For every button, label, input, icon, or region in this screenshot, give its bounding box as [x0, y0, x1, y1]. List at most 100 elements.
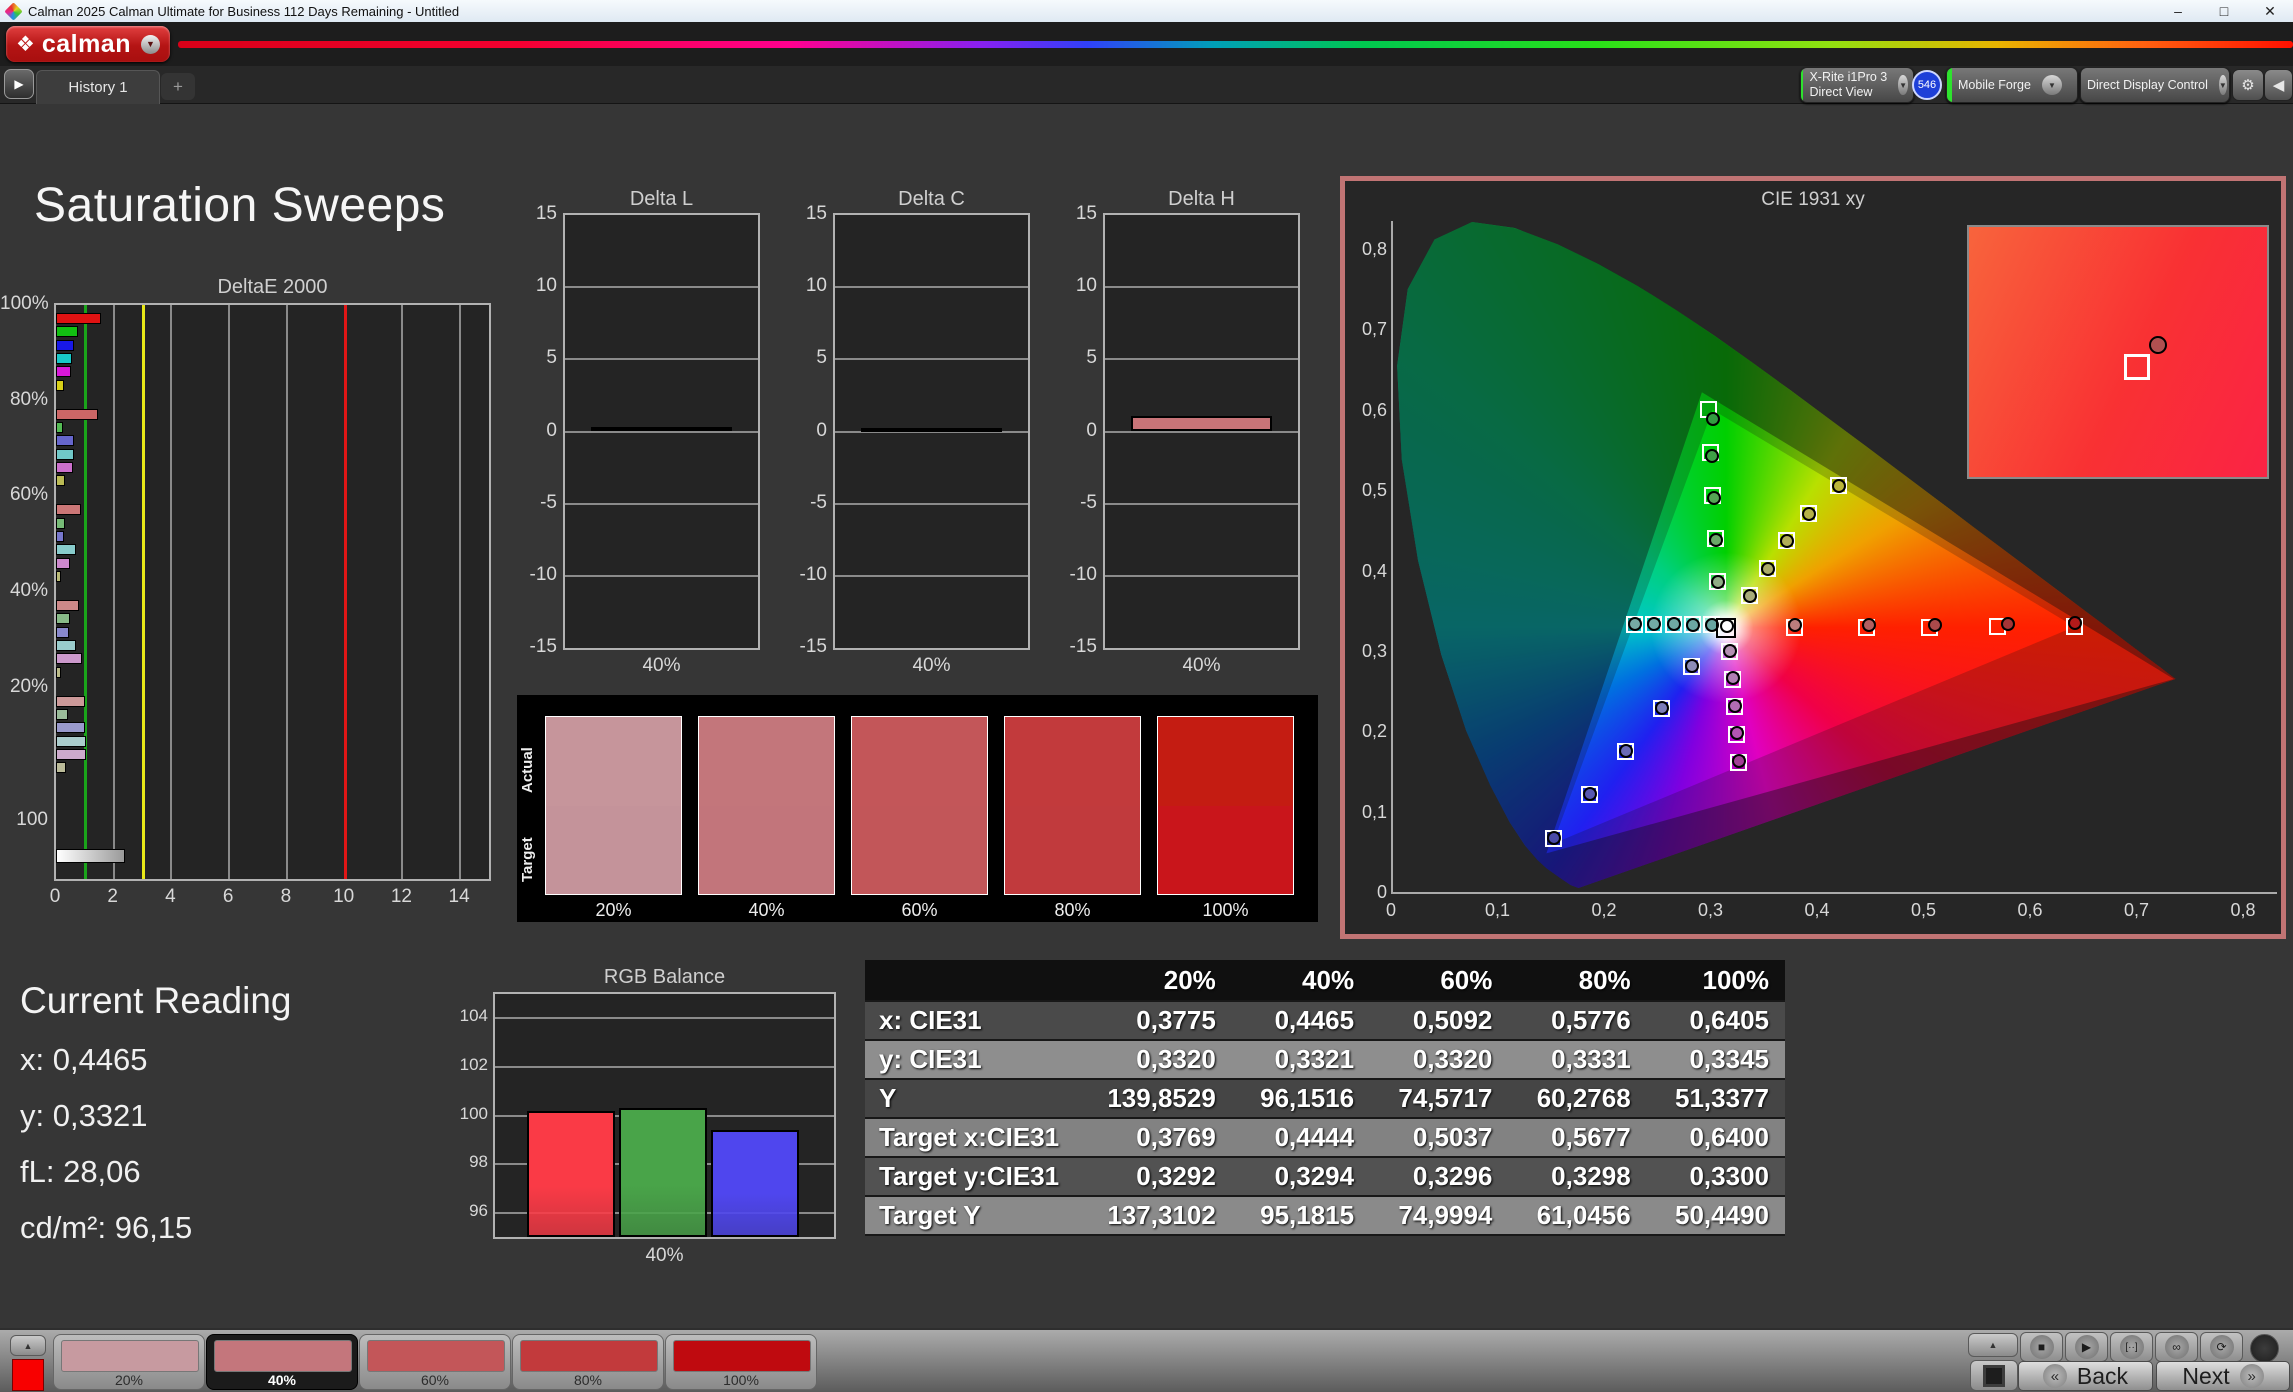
swatch-actual	[852, 717, 987, 806]
meter-dropdown[interactable]: X-Rite i1Pro 3 Direct View ▼	[1800, 67, 1914, 103]
table-row-label: Target Y	[865, 1196, 1088, 1235]
table-cell: 0,6405	[1647, 1001, 1785, 1040]
delta_c-xlabel: 40%	[833, 655, 1030, 677]
rgb-bar-B	[711, 1130, 799, 1237]
table-header-cell: 60%	[1370, 960, 1508, 1001]
table-cell: 0,5092	[1370, 1001, 1508, 1040]
table-cell: 0,4444	[1232, 1118, 1370, 1157]
title-bar: Calman 2025 Calman Ultimate for Business…	[0, 0, 2293, 22]
table-cell: 0,3331	[1508, 1040, 1646, 1079]
swatch-target	[1158, 806, 1293, 895]
delta_l-ytick: -10	[517, 564, 557, 586]
cie-measured-red	[1862, 618, 1876, 632]
cie-measured-yellow	[1743, 589, 1757, 603]
add-tab-button[interactable]: +	[161, 73, 195, 100]
deltae-bar	[56, 366, 71, 377]
table-cell: 0,3345	[1647, 1040, 1785, 1079]
deltae-gridline	[459, 305, 461, 879]
table-header-row: 20%40%60%80%100%	[865, 960, 1785, 1001]
page-title: Saturation Sweeps	[34, 178, 445, 233]
deltae-bar	[56, 627, 69, 638]
deltae-bar	[56, 667, 61, 678]
cie-measured-blue	[1685, 659, 1699, 673]
table-header-cell: 100%	[1647, 960, 1785, 1001]
deltae-group-label: 100%	[0, 293, 48, 315]
tab-history-1[interactable]: History 1	[36, 70, 160, 104]
stop-button[interactable]: ■	[2020, 1332, 2063, 1362]
delta_c-ytick: -10	[787, 564, 827, 586]
back-button[interactable]: « Back	[2018, 1361, 2153, 1391]
delta_c-gridline	[835, 503, 1028, 505]
cie-measured-yellow	[1832, 479, 1846, 493]
panel-up-button[interactable]: ▲	[1968, 1333, 2018, 1357]
meter-line2: Direct View	[1809, 85, 1872, 99]
table-row: Y139,852996,151674,571760,276851,3377	[865, 1079, 1785, 1118]
collapse-panel-button[interactable]: ◀	[2264, 69, 2293, 101]
swatch-actual	[546, 717, 681, 806]
pattern-patch-80%[interactable]: 80%	[512, 1334, 664, 1390]
deltae-bar	[56, 722, 85, 733]
meter-line1: X-Rite i1Pro 3	[1809, 70, 1887, 84]
cie-measured-cyan	[1667, 617, 1681, 631]
cie-zoom-inset	[1967, 225, 2269, 479]
next-button[interactable]: Next »	[2156, 1361, 2290, 1391]
display-control-label: Direct Display Control	[2081, 78, 2214, 93]
chevron-left-icon: ◀	[2273, 76, 2285, 94]
pattern-patch-20%[interactable]: 20%	[53, 1334, 205, 1390]
panel-expander-button[interactable]: ▶	[4, 69, 34, 99]
cie-measured-cyan	[1628, 617, 1642, 631]
delta_l-title: Delta L	[563, 188, 760, 211]
delta_c-gridline	[835, 286, 1028, 288]
table-cell: 0,6400	[1647, 1118, 1785, 1157]
delta_l-ytick: -15	[517, 636, 557, 658]
workflow-dropdown[interactable]: Mobile Forge ▼	[1946, 67, 2078, 103]
deltae-bar	[56, 340, 74, 351]
display-control-dropdown[interactable]: Direct Display Control ▼	[2080, 67, 2230, 103]
frame-step-button[interactable]: [··]	[2110, 1332, 2153, 1362]
delta_h-title: Delta H	[1103, 188, 1300, 211]
maximize-button[interactable]: □	[2201, 3, 2247, 19]
target-row-label: Target	[519, 815, 539, 905]
app-icon	[4, 2, 22, 20]
refresh-icon: ⟳	[2210, 1335, 2234, 1359]
pattern-patch-60%[interactable]: 60%	[359, 1334, 511, 1390]
table-cell: 139,8529	[1088, 1079, 1232, 1118]
close-button[interactable]: ✕	[2247, 3, 2293, 20]
minimize-button[interactable]: –	[2155, 3, 2201, 19]
delta_c-ytick: 15	[787, 203, 827, 225]
patch-label: 60%	[360, 1372, 510, 1388]
pattern-color-chip[interactable]	[12, 1359, 44, 1391]
cie-ytick: 0,5	[1349, 480, 1387, 501]
deltae-reference-line-10	[344, 305, 347, 879]
calman-menu-button[interactable]: ❖ calman ▼	[6, 26, 170, 62]
cie-ytick: 0,7	[1349, 319, 1387, 340]
deltae-bar	[56, 736, 86, 747]
table-cell: 60,2768	[1508, 1079, 1646, 1118]
table-cell: 137,3102	[1088, 1196, 1232, 1235]
delta_c-ytick: 5	[787, 347, 827, 369]
delta_c-gridline	[835, 575, 1028, 577]
play-button[interactable]: ▶	[2065, 1332, 2108, 1362]
table-cell: 74,9994	[1370, 1196, 1508, 1235]
reading-cdm2: cd/m²: 96,15	[20, 1210, 192, 1246]
deltae-group-label: 20%	[0, 676, 48, 698]
table-row: x: CIE310,37750,44650,50920,57760,6405	[865, 1001, 1785, 1040]
table-cell: 50,4490	[1647, 1196, 1785, 1235]
cie-xtick: 0,6	[2010, 900, 2050, 921]
current-reading-title: Current Reading	[20, 980, 291, 1022]
pattern-patch-100%[interactable]: 100%	[665, 1334, 817, 1390]
chevron-down-icon: ▼	[2042, 75, 2062, 95]
pattern-patch-40%[interactable]: 40%	[206, 1334, 358, 1390]
deltae-bar	[56, 518, 65, 529]
chevron-double-left-icon: «	[2043, 1364, 2067, 1388]
deltae-bar	[56, 696, 85, 707]
pattern-up-button[interactable]: ▲	[10, 1335, 46, 1356]
pattern-window-button[interactable]	[1970, 1360, 2018, 1391]
loop-button[interactable]: ∞	[2155, 1332, 2198, 1362]
calman-logo-icon: ❖	[16, 34, 35, 55]
swatch-label: 40%	[698, 900, 835, 921]
settings-button[interactable]: ⚙	[2232, 69, 2264, 101]
cie-ytick: 0,3	[1349, 641, 1387, 662]
refresh-button[interactable]: ⟳	[2200, 1332, 2243, 1362]
swatch-actual	[1158, 717, 1293, 806]
